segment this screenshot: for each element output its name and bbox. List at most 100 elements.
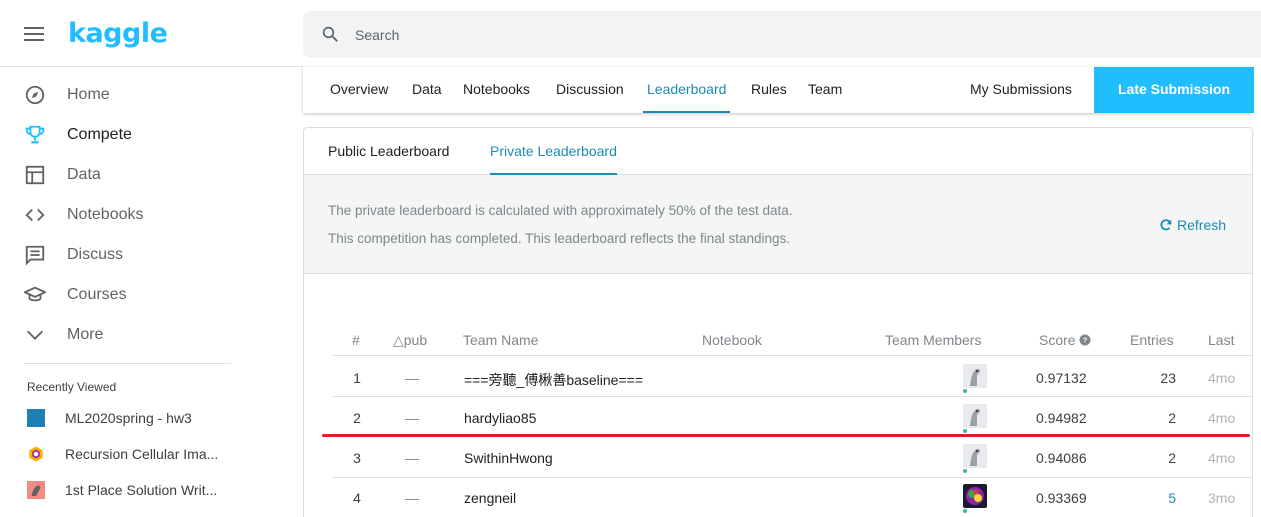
header-divider — [0, 66, 303, 67]
graduation-cap-icon — [24, 286, 46, 302]
sidebar-item-label: Notebooks — [67, 206, 144, 223]
col-score-label: Score — [1039, 332, 1076, 348]
rank: 4 — [353, 490, 361, 506]
sidebar-divider — [24, 363, 231, 364]
sidebar-item-data[interactable]: Data — [0, 155, 290, 195]
recent-item-ml2020spring[interactable]: ML2020spring - hw3 — [0, 403, 290, 433]
refresh-button[interactable]: Refresh — [1159, 217, 1226, 233]
team-name[interactable]: zengneil — [464, 490, 516, 506]
col-last: Last — [1208, 332, 1235, 348]
info-private-note: The private leaderboard is calculated wi… — [328, 203, 793, 218]
late-submission-button[interactable]: Late Submission — [1094, 67, 1254, 113]
score: 0.94086 — [1036, 450, 1087, 466]
chevron-down-icon — [27, 330, 43, 340]
score: 0.94982 — [1036, 410, 1087, 426]
recent-item-label: 1st Place Solution Writ... — [65, 482, 218, 498]
tab-private-leaderboard[interactable]: Private Leaderboard — [490, 128, 617, 175]
delta-pub: — — [405, 410, 419, 426]
hamburger-menu-icon[interactable] — [24, 27, 46, 45]
sidebar-item-compete[interactable]: Compete — [0, 115, 290, 155]
search-bar[interactable]: Search — [303, 11, 1261, 58]
table-icon — [25, 165, 45, 185]
score: 0.93369 — [1036, 490, 1087, 506]
avatar[interactable] — [963, 484, 987, 508]
avatar[interactable] — [963, 444, 987, 468]
tab-notebooks[interactable]: Notebooks — [463, 67, 530, 113]
sidebar-item-more[interactable]: More — [0, 315, 290, 355]
col-team-name: Team Name — [463, 332, 539, 348]
my-submissions-link[interactable]: My Submissions — [970, 67, 1072, 113]
compass-icon — [25, 85, 45, 105]
last-submission: 4mo — [1208, 450, 1236, 466]
entries: 5 — [1168, 490, 1176, 506]
tab-leaderboard[interactable]: Leaderboard — [643, 67, 731, 113]
kaggle-app: kaggle Search Home Compete Data Notebook… — [0, 0, 1261, 517]
col-notebook: Notebook — [702, 332, 762, 348]
entries: 23 — [1160, 370, 1176, 386]
sidebar-item-label: Discuss — [67, 246, 124, 263]
tab-discussion[interactable]: Discussion — [556, 67, 624, 113]
help-icon[interactable]: ? — [1079, 334, 1091, 346]
tab-public-leaderboard[interactable]: Public Leaderboard — [328, 128, 449, 175]
delta-pub: — — [405, 490, 419, 506]
sidebar-item-discuss[interactable]: Discuss — [0, 235, 290, 275]
table-row[interactable]: 1 — ===旁聽_傅楸善baseline=== 0.97132 23 4mo — [304, 358, 1252, 398]
last-submission: 4mo — [1208, 370, 1236, 386]
refresh-label: Refresh — [1177, 217, 1227, 233]
tab-data[interactable]: Data — [412, 67, 442, 113]
delta-pub: — — [405, 450, 419, 466]
col-entries: Entries — [1130, 332, 1174, 348]
delta-pub: — — [405, 370, 419, 386]
leaderboard-table-header: # △pub Team Name Notebook Team Members S… — [304, 328, 1252, 356]
kaggle-logo[interactable]: kaggle — [68, 18, 168, 49]
comment-icon — [25, 245, 45, 266]
hexagon-logo-icon — [29, 446, 43, 462]
recent-item-label: Recursion Cellular Ima... — [65, 446, 219, 462]
avatar[interactable] — [963, 404, 987, 428]
team-name[interactable]: hardyliao85 — [464, 410, 536, 426]
notebook-thumbnail — [27, 481, 45, 499]
row-divider — [332, 396, 1252, 397]
sidebar-item-courses[interactable]: Courses — [0, 275, 290, 315]
col-team-members: Team Members — [885, 332, 982, 348]
tab-rules[interactable]: Rules — [751, 67, 787, 113]
last-submission: 4mo — [1208, 410, 1236, 426]
leaderboard-panel: Public Leaderboard Private Leaderboard T… — [303, 127, 1253, 517]
rank: 3 — [353, 450, 361, 466]
code-icon — [25, 208, 45, 222]
tier-dot — [963, 509, 967, 513]
table-row[interactable]: 2 — hardyliao85 0.94982 2 4mo — [304, 398, 1252, 438]
recent-item-recursion[interactable]: Recursion Cellular Ima... — [0, 439, 290, 469]
tier-dot — [963, 389, 967, 393]
recently-viewed-title: Recently Viewed — [27, 380, 117, 394]
recent-item-1st-place[interactable]: 1st Place Solution Writ... — [0, 475, 290, 505]
row-divider — [332, 355, 1252, 356]
col-rank: # — [352, 332, 360, 348]
avatar[interactable] — [963, 364, 987, 388]
competition-tabs: Overview Data Notebooks Discussion Leade… — [303, 67, 1254, 113]
tab-overview[interactable]: Overview — [330, 67, 388, 113]
sidebar-item-notebooks[interactable]: Notebooks — [0, 195, 290, 235]
sidebar-item-label: Courses — [67, 286, 127, 303]
table-row[interactable]: 3 — SwithinHwong 0.94086 2 4mo — [304, 438, 1252, 478]
col-delta-pub[interactable]: △pub — [393, 332, 427, 349]
table-row[interactable]: 4 — zengneil 0.93369 5 3mo — [304, 478, 1252, 517]
refresh-icon — [1160, 219, 1172, 231]
col-score: Score ? — [1039, 332, 1091, 348]
leaderboard-tabs: Public Leaderboard Private Leaderboard — [304, 128, 1252, 175]
rank: 1 — [353, 370, 361, 386]
sidebar-item-home[interactable]: Home — [0, 75, 290, 115]
sidebar-item-label: Compete — [67, 126, 132, 143]
team-name[interactable]: SwithinHwong — [464, 450, 553, 466]
search-placeholder[interactable]: Search — [355, 27, 399, 43]
recent-item-label: ML2020spring - hw3 — [65, 410, 192, 426]
team-name[interactable]: ===旁聽_傅楸善baseline=== — [464, 370, 643, 390]
highlight-line — [322, 434, 1250, 437]
tab-team[interactable]: Team — [808, 67, 842, 113]
sidebar-item-label: More — [67, 326, 104, 343]
last-submission: 3mo — [1208, 490, 1236, 506]
entries: 2 — [1168, 410, 1176, 426]
score: 0.97132 — [1036, 370, 1087, 386]
rank: 2 — [353, 410, 361, 426]
info-completed-note: This competition has completed. This lea… — [328, 231, 790, 246]
